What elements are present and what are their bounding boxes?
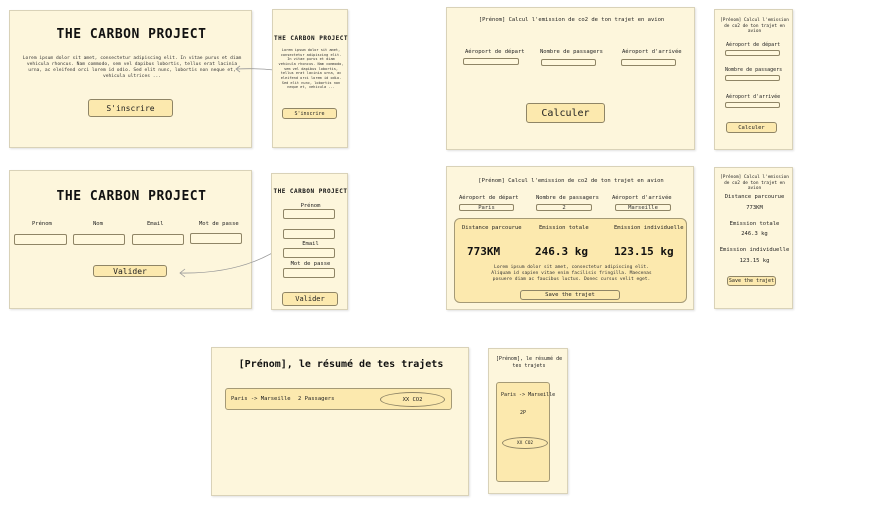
arrival-input[interactable] <box>621 59 676 66</box>
first-name-label: Prénom <box>300 203 321 209</box>
email-input[interactable] <box>132 234 184 245</box>
page-title: THE CARBON PROJECT <box>56 189 207 204</box>
distance-label: Distance parcourue <box>462 225 522 231</box>
summary-mobile-frame: [Prénom], le résumé de tes trajets Paris… <box>488 348 568 494</box>
summary-heading: [Prénom], le résumé de tes trajets <box>495 356 563 369</box>
flow-arrow-icon <box>235 65 275 73</box>
last-name-label: Nom <box>93 221 103 227</box>
result-mobile-frame: [Prénom] Calcul l'emission de co2 de ton… <box>714 167 793 309</box>
passengers-label: Nombre de passagers <box>536 195 599 201</box>
total-emission-value: 246.3 kg <box>741 231 768 237</box>
result-text: Lorem ipsum dolor sit amet, consectetur … <box>491 265 652 282</box>
passengers-input[interactable]: 2 <box>536 204 592 211</box>
trip-passengers: 2P <box>520 410 527 416</box>
first-name-input[interactable] <box>14 234 67 245</box>
signup-mobile-frame: THE CARBON PROJECT Prénom Email Mot de p… <box>271 173 348 310</box>
summary-heading: [Prénom], le résumé de tes trajets <box>238 359 444 370</box>
last-name-input[interactable] <box>283 229 335 239</box>
last-name-input[interactable] <box>73 234 125 245</box>
arrival-input[interactable]: Marseille <box>615 204 671 211</box>
signup-button[interactable]: S'inscrire <box>282 108 337 119</box>
email-input[interactable] <box>283 248 335 258</box>
intro-text: Lorem ipsum dolor sit amet, consectetur … <box>22 56 242 79</box>
intro-text: Lorem ipsum dolor sit amet, consectetur … <box>278 48 344 90</box>
password-input[interactable] <box>190 233 242 244</box>
save-trip-button[interactable]: Save the trajet <box>520 290 620 300</box>
first-name-input[interactable] <box>283 209 335 219</box>
departure-label: Aéroport de départ <box>726 42 781 48</box>
home-mobile-frame: THE CARBON PROJECT Lorem ipsum dolor sit… <box>272 9 348 148</box>
page-title: THE CARBON PROJECT <box>273 188 348 195</box>
arrival-input[interactable] <box>725 102 780 108</box>
passengers-label: Nombre de passagers <box>540 49 603 55</box>
total-emission-label: Emission totale <box>539 225 589 231</box>
passengers-input[interactable] <box>725 75 780 81</box>
departure-input[interactable] <box>725 50 780 56</box>
arrival-label: Aéroport d'arrivée <box>622 49 682 55</box>
save-trip-button[interactable]: Save the trajet <box>727 276 776 286</box>
total-emission-label: Emission totale <box>729 221 780 227</box>
arrival-label: Aéroport d'arrivée <box>612 195 672 201</box>
email-label: Email <box>302 241 319 247</box>
calculate-button[interactable]: Calculer <box>726 122 777 133</box>
calculator-desktop-frame: [Prénom] Calcul l'emission de co2 de ton… <box>446 7 695 150</box>
total-emission-value: 246.3 kg <box>535 245 588 258</box>
password-label: Mot de passe <box>199 221 239 227</box>
submit-button[interactable]: Valider <box>93 265 167 277</box>
home-desktop-frame: THE CARBON PROJECT Lorem ipsum dolor sit… <box>9 10 252 148</box>
signup-desktop-frame: THE CARBON PROJECT Prénom Nom Email Mot … <box>9 170 252 309</box>
individual-emission-label: Emission individuelle <box>614 225 684 231</box>
distance-label: Distance parcourue <box>724 194 785 200</box>
result-desktop-frame: [Prénom] Calcul l'emission de co2 de ton… <box>446 166 694 310</box>
co2-badge: XX CO2 <box>502 437 548 449</box>
arrival-label: Aéroport d'arrivée <box>726 94 781 100</box>
signup-button[interactable]: S'inscrire <box>88 99 173 117</box>
passengers-input[interactable] <box>541 59 596 66</box>
result-heading: [Prénom] Calcul l'emission de co2 de ton… <box>478 178 664 184</box>
departure-label: Aéroport de départ <box>459 195 519 201</box>
individual-emission-value: 123.15 kg <box>614 245 674 258</box>
trip-card[interactable]: Paris -> Marseille 2P XX CO2 <box>496 382 555 482</box>
distance-value: 773KM <box>467 245 501 258</box>
page-title: THE CARBON PROJECT <box>273 35 349 42</box>
result-heading: [Prénom] Calcul l'emission de co2 de ton… <box>720 175 789 192</box>
individual-emission-value: 123.15 kg <box>739 258 770 264</box>
first-name-label: Prénom <box>32 221 52 227</box>
result-panel: Distance parcourue Emission totale Emiss… <box>454 218 687 303</box>
trip-passengers: 2 Passagers <box>298 396 335 402</box>
trip-row[interactable]: Paris -> Marseille 2 Passagers XX CO2 <box>225 388 452 410</box>
distance-value: 773KM <box>746 205 763 211</box>
password-input[interactable] <box>283 268 335 278</box>
page-title: THE CARBON PROJECT <box>56 27 207 42</box>
passengers-label: Nombre de passagers <box>725 67 783 73</box>
departure-label: Aéroport de départ <box>465 49 525 55</box>
trip-route: Paris -> Marseille <box>501 392 556 398</box>
departure-input[interactable]: Paris <box>459 204 514 211</box>
co2-badge: XX CO2 <box>380 392 445 407</box>
summary-desktop-frame: [Prénom], le résumé de tes trajets Paris… <box>211 347 469 496</box>
email-label: Email <box>147 221 164 227</box>
password-label: Mot de passe <box>290 261 331 267</box>
calc-heading: [Prénom] Calcul l'emission de co2 de ton… <box>720 18 789 35</box>
calc-heading: [Prénom] Calcul l'emission de co2 de ton… <box>478 17 665 23</box>
submit-button[interactable]: Valider <box>282 292 338 306</box>
individual-emission-label: Emission individuelle <box>719 247 790 253</box>
trip-route: Paris -> Marseille <box>231 396 291 402</box>
flow-arrow-icon <box>179 251 275 278</box>
calculator-mobile-frame: [Prénom] Calcul l'emission de co2 de ton… <box>714 9 793 150</box>
departure-input[interactable] <box>463 58 519 65</box>
calculate-button[interactable]: Calculer <box>526 103 605 123</box>
